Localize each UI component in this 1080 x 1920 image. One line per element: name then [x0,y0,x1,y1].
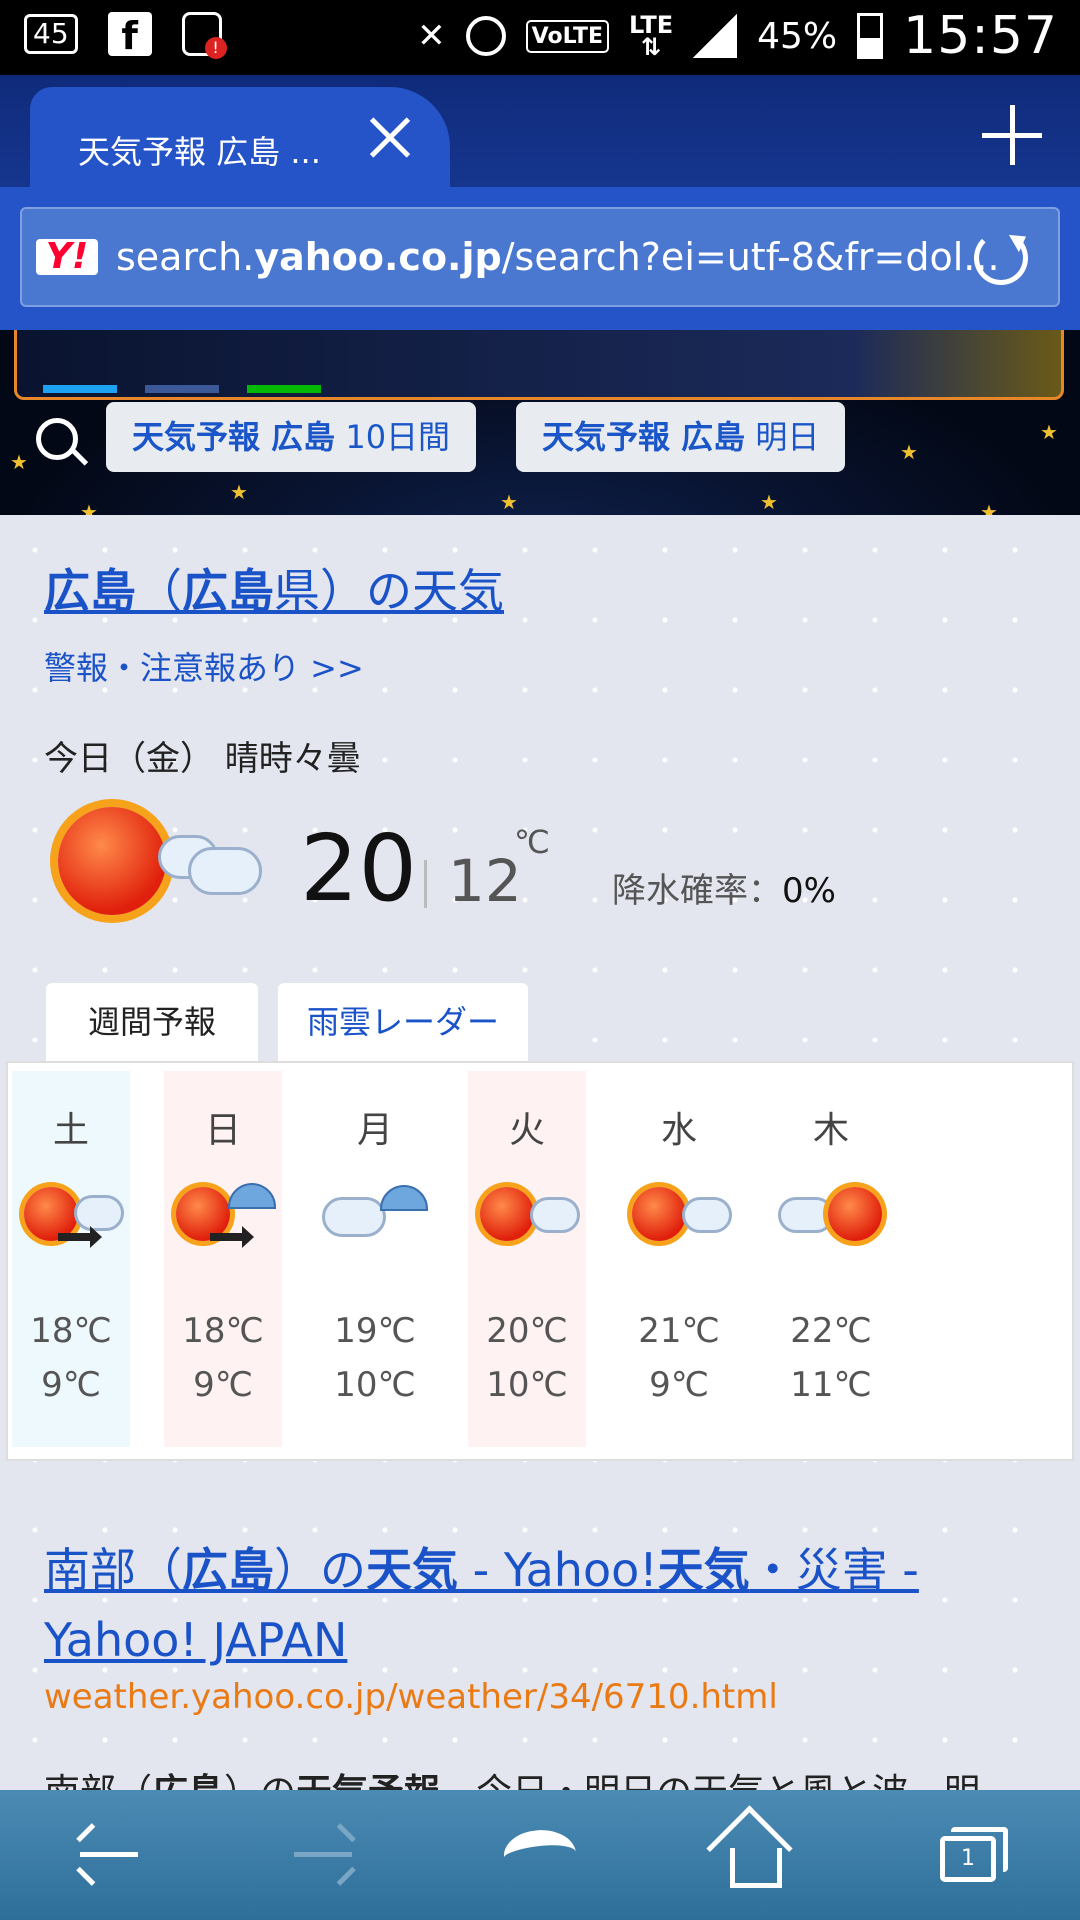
battery-percent: 45% [757,15,838,57]
forecast-day: 水 21℃ 9℃ [620,1071,738,1447]
forecast-day: 木 22℃ 11℃ [772,1071,890,1447]
sun-to-cloud-icon [18,1181,128,1251]
tabs-button[interactable]: 1 [930,1818,1010,1894]
today-label: 今日（金） 晴時々曇 [44,739,361,779]
result-title-link[interactable]: 南部（広島）の天気 - Yahoo!天気・災害 - Yahoo! JAPAN [44,1535,1044,1675]
mute-icon: ✕ [417,16,446,56]
related-search-chip[interactable]: 天気予報 広島 10日間 [106,402,477,472]
back-button[interactable] [70,1818,150,1894]
tab-title: 天気予報 広島 ... [78,133,321,171]
tabs-icon: 1 [940,1827,1008,1882]
result-url[interactable]: weather.yahoo.co.jp/weather/34/6710.html [44,1677,778,1717]
cloud-icon [158,827,262,897]
rain-probability: 降水確率：0% [612,871,836,911]
search-results: 広島（広島県）の天気 警報・注意報あり >> 今日（金） 晴時々曇 20 12 … [0,515,1080,1813]
volte-icon: VoLTE [525,19,610,53]
reload-icon[interactable] [974,231,1028,285]
cloud-sun-icon [778,1181,888,1251]
weather-title-link[interactable]: 広島（広島県）の天気 [44,555,504,621]
sun-icon [58,807,166,915]
search-icon[interactable] [36,418,78,460]
line-share-icon[interactable] [247,385,321,393]
browser-toolbar: 天気予報 広島 ... Y! search.yahoo.co.jp/search… [0,75,1080,330]
forecast-day: 日 18℃ 9℃ [164,1071,282,1447]
tab-rain-radar[interactable]: 雨雲レーダー [278,983,528,1061]
sun-cloud-icon [474,1181,584,1251]
temp-low: 12 [448,847,522,915]
related-search-chip[interactable]: 天気予報 広島 明日 [516,402,846,472]
dolphin-icon [500,1825,580,1885]
clock: 15:57 [903,6,1058,66]
forward-button[interactable] [284,1818,364,1894]
status-bar: 45 f ! ✕ VoLTE LTE ⇅ 45% 15:57 [0,0,1080,75]
sun-cloud-icon [626,1181,736,1251]
signal-icon [693,14,738,58]
dolphin-menu-button[interactable] [500,1818,584,1894]
forecast-day: 土 18℃ 9℃ [12,1071,130,1447]
forward-arrow-icon [294,1852,352,1857]
forecast-day: 月 19℃ 10℃ [316,1071,434,1447]
home-icon [730,1848,782,1888]
yahoo-favicon-icon: Y! [36,239,98,275]
browser-tab[interactable]: 天気予報 広島 ... [30,87,450,187]
weekly-forecast: 土 18℃ 9℃ 日 18℃ 9℃ 月 19℃ 10℃ 火 20℃ 10℃ 水 … [6,1061,1074,1461]
notification-count-icon: 45 [24,14,78,54]
back-arrow-icon [80,1852,138,1857]
new-tab-icon[interactable] [982,105,1042,165]
search-banner: ★ ★ ★ ★ ★ ★ ★ ★ 天気予報 広島 10日間 天気予報 広島 明日 [0,330,1080,515]
close-tab-icon[interactable] [360,109,420,169]
temp-unit: ℃ [514,823,550,861]
sun-to-rain-icon [170,1181,280,1251]
forecast-day: 火 20℃ 10℃ [468,1071,586,1447]
battery-icon [857,13,884,59]
banner-image [14,330,1064,400]
warning-link[interactable]: 警報・注意報あり >> [44,643,364,689]
home-button[interactable] [718,1818,798,1894]
tab-weekly-forecast[interactable]: 週間予報 [46,983,258,1061]
alarm-icon [465,16,506,56]
cloud-rain-icon [322,1181,432,1251]
twitter-share-icon[interactable] [43,385,117,393]
url-text: search.yahoo.co.jp/search?ei=utf-8&fr=do… [116,235,1000,279]
lte-icon: LTE ⇅ [629,11,674,61]
facebook-icon: f [107,12,152,58]
address-bar[interactable]: Y! search.yahoo.co.jp/search?ei=utf-8&fr… [20,207,1060,307]
alert-icon: ! [181,12,227,59]
temp-high: 20 [300,815,418,922]
bottom-navigation: 1 [0,1790,1080,1920]
facebook-share-icon[interactable] [145,385,219,393]
